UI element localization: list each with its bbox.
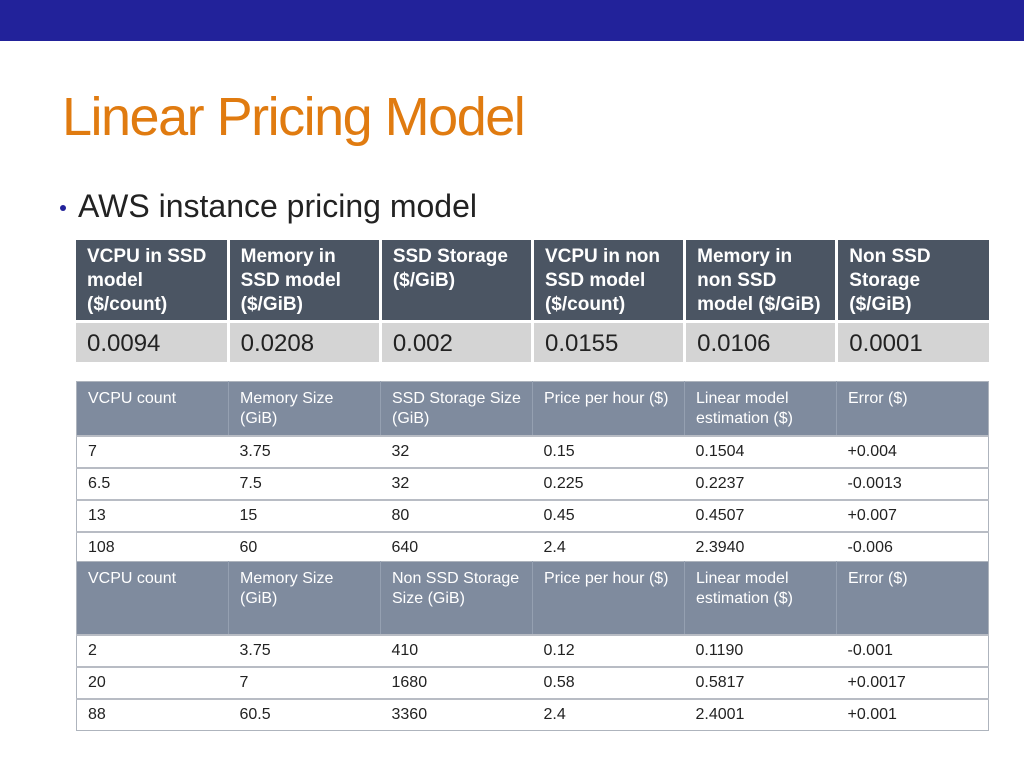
cell: 60.5	[228, 698, 381, 731]
error-cell: -0.006	[836, 531, 989, 564]
cell: 20	[76, 666, 229, 699]
cell: 60	[228, 531, 381, 564]
cell: 7.5	[228, 467, 381, 500]
value-cell: 0.0155	[532, 321, 687, 362]
cell: 0.1190	[684, 634, 837, 667]
coefficients-value-row: 0.0094 0.0208 0.002 0.0155 0.0106 0.0001	[76, 321, 989, 362]
non-ssd-instances-table: VCPU count Memory Size (GiB) Non SSD Sto…	[76, 561, 989, 731]
cell: 0.2237	[684, 467, 837, 500]
cell: 2.4001	[684, 698, 837, 731]
table-row: 108 60 640 2.4 2.3940 -0.006	[76, 531, 989, 564]
header-cell: Linear model estimation ($)	[684, 561, 837, 635]
cell: 3.75	[228, 634, 381, 667]
slide-title: Linear Pricing Model	[62, 87, 526, 147]
header-cell: Non SSD Storage Size (GiB)	[380, 561, 533, 635]
header-cell: Price per hour ($)	[532, 561, 685, 635]
header-cell: VCPU in SSD model ($/count)	[76, 240, 230, 323]
cell: 0.15	[532, 435, 685, 468]
error-cell: -0.001	[836, 634, 989, 667]
cell: 7	[76, 435, 229, 468]
cell: 3360	[380, 698, 533, 731]
table-header-row: VCPU count Memory Size (GiB) Non SSD Sto…	[76, 561, 989, 635]
cell: 0.4507	[684, 499, 837, 532]
table-row: 88 60.5 3360 2.4 2.4001 +0.001	[76, 698, 989, 731]
header-cell: Memory Size (GiB)	[228, 381, 381, 436]
cell: 88	[76, 698, 229, 731]
header-cell: Error ($)	[836, 381, 989, 436]
cell: 32	[380, 435, 533, 468]
header-cell: Memory Size (GiB)	[228, 561, 381, 635]
header-cell: VCPU in non SSD model ($/count)	[532, 240, 687, 323]
cell: 3.75	[228, 435, 381, 468]
value-cell: 0.0106	[684, 321, 839, 362]
error-cell: +0.007	[836, 499, 989, 532]
cell: 2.3940	[684, 531, 837, 564]
header-bar	[0, 0, 1024, 41]
cell: 32	[380, 467, 533, 500]
cell: 15	[228, 499, 381, 532]
table-row: 7 3.75 32 0.15 0.1504 +0.004	[76, 435, 989, 468]
error-cell: -0.0013	[836, 467, 989, 500]
header-cell: Non SSD Storage ($/GiB)	[836, 240, 989, 323]
value-cell: 0.002	[380, 321, 534, 362]
bullet-icon	[60, 205, 66, 211]
header-cell: Price per hour ($)	[532, 381, 685, 436]
table-row: 20 7 1680 0.58 0.5817 +0.0017	[76, 666, 989, 699]
cell: 108	[76, 531, 229, 564]
cell: 0.45	[532, 499, 685, 532]
header-cell: VCPU count	[76, 381, 229, 436]
bullet-text: AWS instance pricing model	[78, 188, 477, 224]
table-row: 2 3.75 410 0.12 0.1190 -0.001	[76, 634, 989, 667]
header-cell: Linear model estimation ($)	[684, 381, 837, 436]
table-header-row: VCPU count Memory Size (GiB) SSD Storage…	[76, 381, 989, 436]
cell: 0.225	[532, 467, 685, 500]
error-cell: +0.004	[836, 435, 989, 468]
cell: 6.5	[76, 467, 229, 500]
bullet-item: AWS instance pricing model	[60, 188, 477, 225]
cell: 13	[76, 499, 229, 532]
value-cell: 0.0208	[228, 321, 382, 362]
table-row: 13 15 80 0.45 0.4507 +0.007	[76, 499, 989, 532]
cell: 640	[380, 531, 533, 564]
cell: 410	[380, 634, 533, 667]
coefficients-table: VCPU in SSD model ($/count) Memory in SS…	[76, 240, 989, 362]
cell: 0.12	[532, 634, 685, 667]
cell: 2.4	[532, 531, 685, 564]
cell: 0.58	[532, 666, 685, 699]
header-cell: SSD Storage ($/GiB)	[380, 240, 534, 323]
cell: 0.1504	[684, 435, 837, 468]
coefficients-header-row: VCPU in SSD model ($/count) Memory in SS…	[76, 240, 989, 323]
value-cell: 0.0094	[76, 321, 230, 362]
header-cell: Memory in non SSD model ($/GiB)	[684, 240, 839, 323]
header-cell: Memory in SSD model ($/GiB)	[228, 240, 382, 323]
cell: 2	[76, 634, 229, 667]
error-cell: +0.001	[836, 698, 989, 731]
cell: 7	[228, 666, 381, 699]
cell: 2.4	[532, 698, 685, 731]
value-cell: 0.0001	[836, 321, 989, 362]
header-cell: Error ($)	[836, 561, 989, 635]
cell: 1680	[380, 666, 533, 699]
cell: 0.5817	[684, 666, 837, 699]
header-cell: SSD Storage Size (GiB)	[380, 381, 533, 436]
cell: 80	[380, 499, 533, 532]
ssd-instances-table: VCPU count Memory Size (GiB) SSD Storage…	[76, 381, 989, 564]
error-cell: +0.0017	[836, 666, 989, 699]
table-row: 6.5 7.5 32 0.225 0.2237 -0.0013	[76, 467, 989, 500]
header-cell: VCPU count	[76, 561, 229, 635]
